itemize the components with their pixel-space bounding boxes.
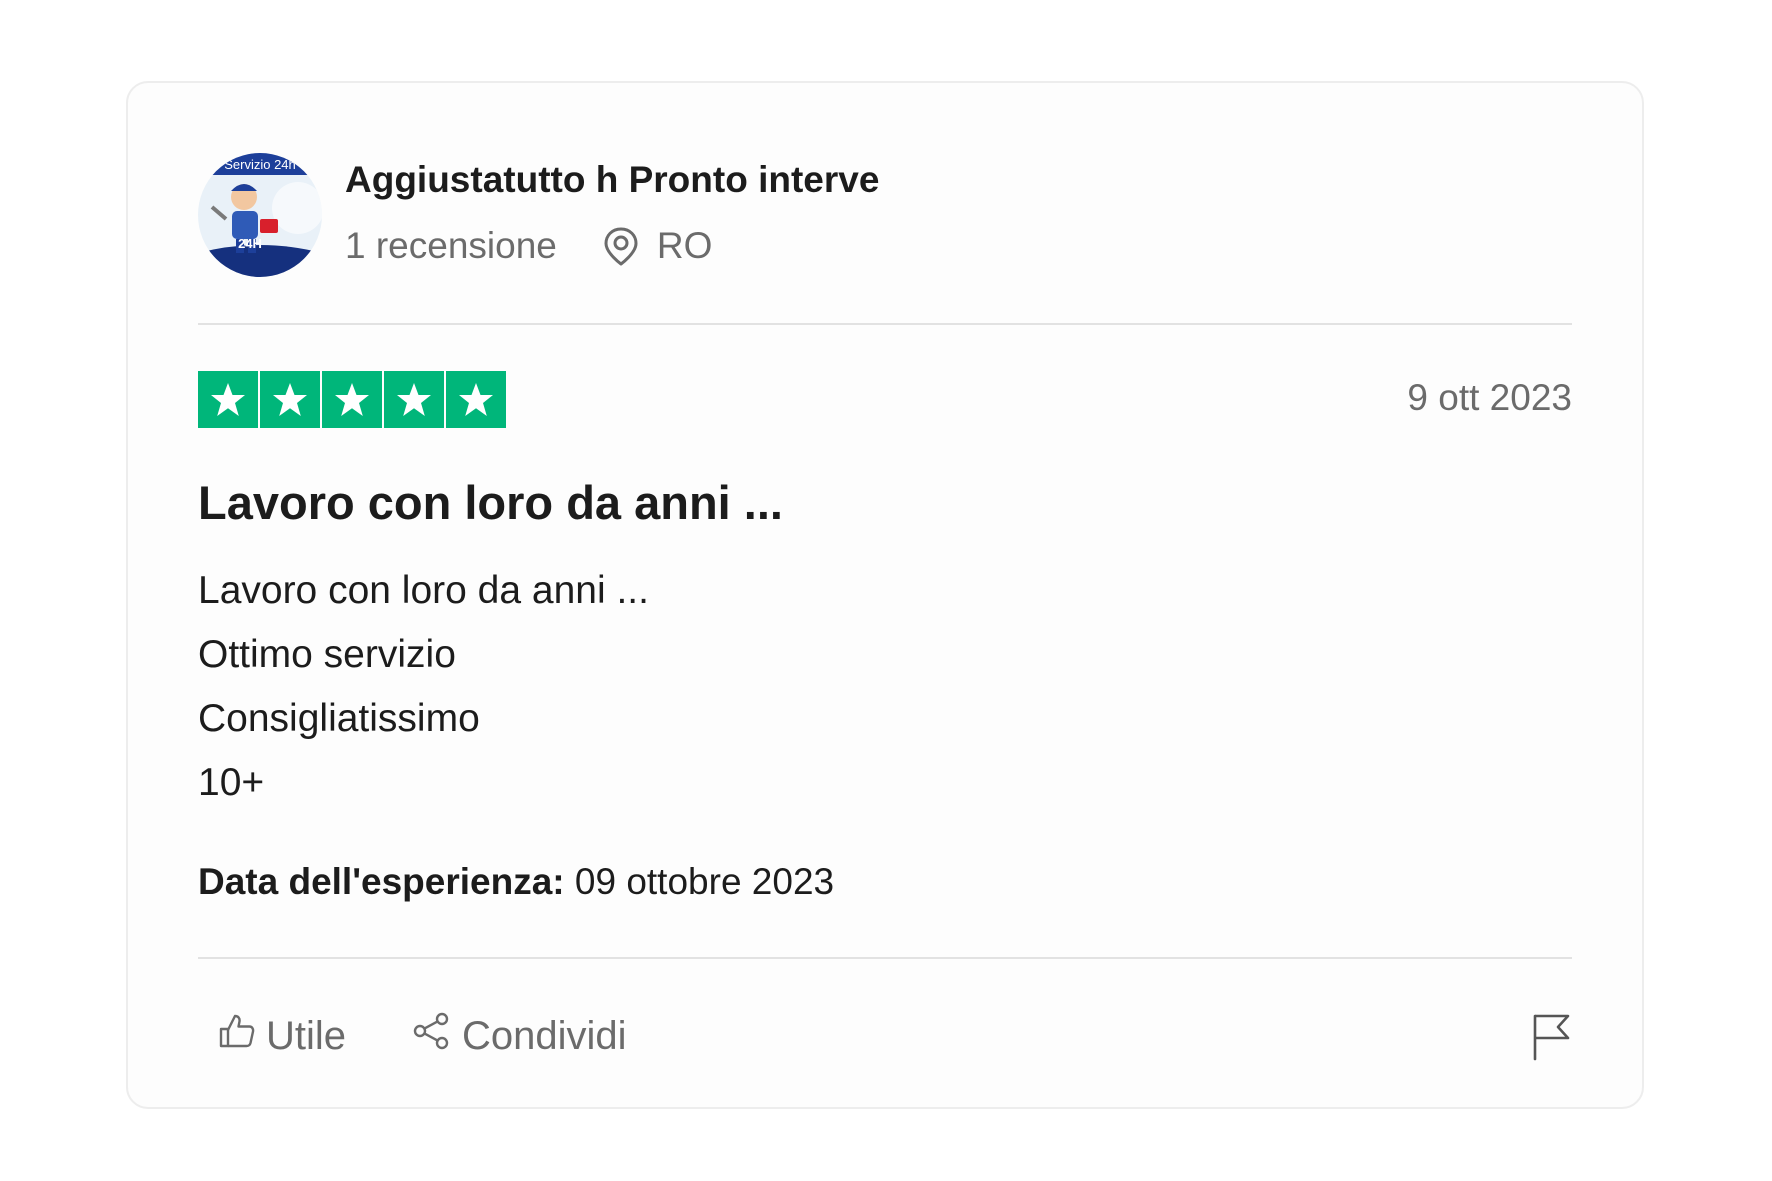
reviewer-country: RO (656, 225, 713, 266)
avatar[interactable]: Servizio 24h 24H (198, 153, 322, 277)
reviewer-name[interactable]: Aggiustatutto h Pronto interve (345, 159, 879, 201)
share-button[interactable]: Condividi (412, 1011, 627, 1061)
avatar-badge: 24H (238, 236, 262, 251)
reviewer-meta: 1 recensione RO (345, 223, 712, 269)
avatar-caption: Servizio 24h (224, 157, 296, 172)
star-icon (322, 371, 382, 428)
review-date: 9 ott 2023 (1407, 377, 1572, 418)
review-body: Lavoro con loro da anni ... Ottimo servi… (198, 559, 649, 815)
star-icon (260, 371, 320, 428)
footer-divider (198, 957, 1572, 959)
thumbs-up-icon (218, 1012, 256, 1060)
reviewer-location: RO (601, 225, 713, 267)
flag-icon[interactable] (1530, 1011, 1572, 1061)
review-body-line: 10+ (198, 761, 265, 804)
experience-date-label: Data dell'esperienza: (198, 861, 565, 902)
header-divider (198, 323, 1572, 325)
useful-button[interactable]: Utile (218, 1012, 346, 1060)
star-icon (446, 371, 506, 428)
review-title[interactable]: Lavoro con loro da anni ... (198, 475, 783, 530)
experience-date: Data dell'esperienza: 09 ottobre 2023 (198, 861, 834, 903)
share-icon (412, 1011, 452, 1061)
useful-label: Utile (266, 1013, 347, 1058)
share-label: Condividi (462, 1013, 627, 1058)
star-icon (198, 371, 258, 428)
review-card: Servizio 24h 24H Aggiustatutto h Pronto … (126, 81, 1644, 1109)
star-rating (198, 371, 506, 428)
review-actions: Utile Condividi (218, 1011, 627, 1061)
experience-date-value: 09 ottobre 2023 (574, 861, 835, 902)
review-card-content: Servizio 24h 24H Aggiustatutto h Pronto … (198, 83, 1572, 1107)
review-body-line: Lavoro con loro da anni ... (198, 569, 649, 612)
map-pin-icon (601, 225, 641, 267)
review-body-line: Ottimo servizio (198, 633, 456, 676)
review-count: 1 recensione (345, 225, 557, 266)
review-body-line: Consigliatissimo (198, 697, 480, 740)
star-icon (384, 371, 444, 428)
